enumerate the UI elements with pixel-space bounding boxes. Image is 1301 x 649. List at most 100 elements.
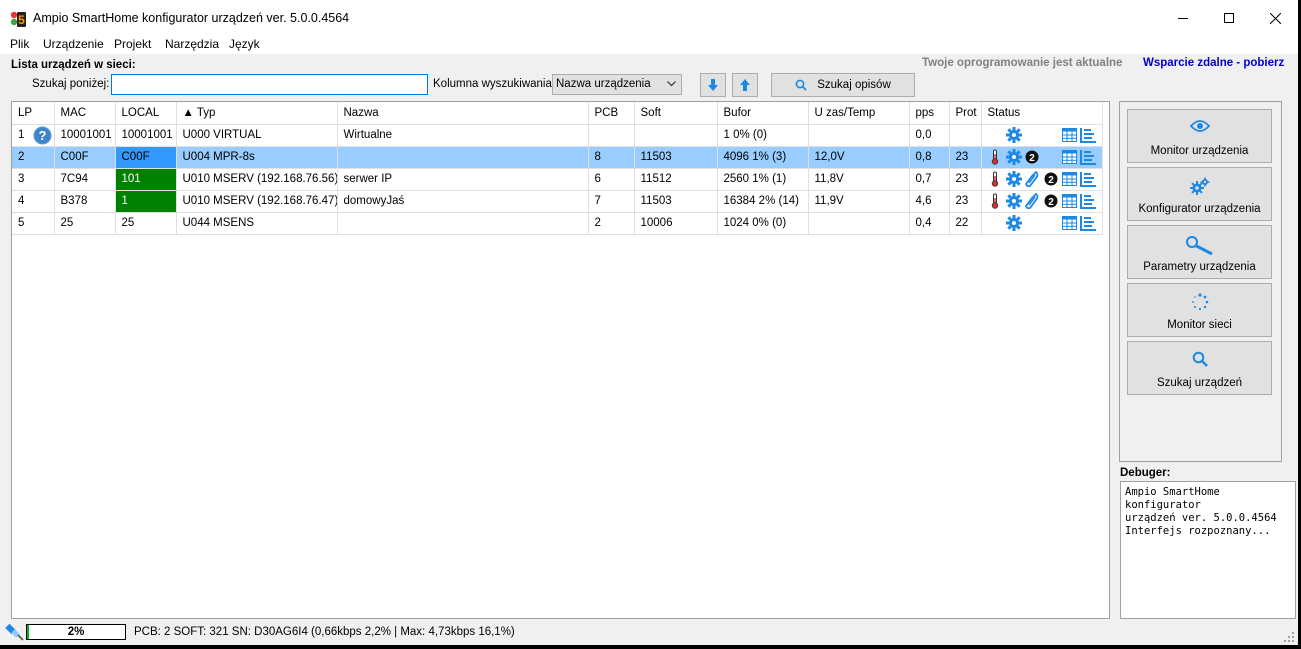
gear-status[interactable]: [1004, 192, 1023, 211]
table-status[interactable]: [1060, 126, 1079, 145]
number-2-icon[interactable]: 2: [1025, 150, 1039, 164]
device-configurator-button[interactable]: Konfigurator urządzenia: [1127, 167, 1272, 221]
list-icon[interactable]: [1080, 127, 1097, 143]
list-status[interactable]: [1079, 148, 1098, 167]
link-icon[interactable]: [1025, 171, 1039, 187]
cell-text: 23: [955, 151, 969, 163]
search-descriptions-button[interactable]: Szukaj opisów: [771, 73, 915, 97]
table-row[interactable]: 1? 10001001 10001001 U000 VIRTUAL Wirtualne 1…: [12, 124, 1103, 147]
network-monitor-button[interactable]: Monitor sieci: [1127, 283, 1272, 337]
close-button[interactable]: [1252, 0, 1298, 36]
list-status[interactable]: [1079, 126, 1098, 145]
gear-icon[interactable]: [1005, 149, 1022, 165]
table-row[interactable]: 5 25 25 U044 MSENS 2 10006 1024 0% (0) 0,4 22: [12, 212, 1103, 235]
thermometer-status[interactable]: [986, 170, 1005, 189]
menu-tools[interactable]: Narzędzia: [165, 37, 219, 51]
minimize-button[interactable]: [1160, 0, 1206, 36]
menu-project[interactable]: Projekt: [114, 37, 151, 51]
move-up-button[interactable]: [732, 73, 758, 97]
thermometer-status[interactable]: [986, 148, 1005, 167]
column-header-status[interactable]: Status: [981, 102, 1103, 125]
cell-status: 2: [981, 190, 1103, 213]
column-header-mac[interactable]: MAC: [54, 102, 116, 125]
gear-icon[interactable]: [1005, 127, 1022, 143]
cell-text: 0,4: [915, 217, 932, 229]
svg-text:?: ?: [39, 128, 47, 143]
list-icon[interactable]: [1080, 149, 1097, 165]
number-2-status[interactable]: 2: [1023, 148, 1042, 167]
column-header-local[interactable]: LOCAL: [115, 102, 177, 125]
column-header-buffer[interactable]: Bufor: [717, 102, 809, 125]
cell-text: 2560 1% (1): [723, 173, 787, 185]
column-header-voltage-temp[interactable]: U zas/Temp: [808, 102, 910, 125]
cell-text: 2: [18, 151, 25, 163]
list-status[interactable]: [1079, 192, 1098, 211]
find-devices-button[interactable]: Szukaj urządzeń: [1127, 341, 1272, 395]
menu-device[interactable]: Urządzenie: [43, 37, 104, 51]
search-column-select[interactable]: Nazwa urządzenia: [552, 74, 682, 95]
column-header-pps[interactable]: pps: [909, 102, 950, 125]
table-row[interactable]: 4 B378 1 U010 MSERV (192.168.76.47) domowyJa…: [12, 190, 1103, 213]
move-down-button[interactable]: [700, 73, 726, 97]
column-header-type[interactable]: ▲ Typ: [176, 102, 338, 125]
thermometer-status[interactable]: [986, 192, 1005, 211]
menu-file[interactable]: Plik: [10, 37, 29, 51]
gear-icon[interactable]: [1005, 215, 1022, 231]
cell-name: domowyJaś: [337, 190, 589, 213]
gear-status[interactable]: [1004, 126, 1023, 145]
thermometer-icon[interactable]: [991, 171, 999, 187]
table-row[interactable]: 3 7C94 101 U010 MSERV (192.168.76.56) serwer…: [12, 168, 1103, 191]
table-status[interactable]: [1060, 170, 1079, 189]
device-list-title: Lista urządzeń w sieci:: [11, 59, 136, 71]
column-header-name[interactable]: Nazwa: [337, 102, 589, 125]
cell-text: 2: [594, 217, 601, 229]
cell-text: U000 VIRTUAL: [182, 129, 262, 141]
number-2-icon[interactable]: 2: [1044, 172, 1058, 186]
number-2-status[interactable]: 2: [1042, 170, 1061, 189]
table-status[interactable]: [1060, 148, 1079, 167]
cell-text: serwer IP: [343, 173, 393, 185]
link-status[interactable]: [1023, 170, 1042, 189]
table-icon[interactable]: [1062, 194, 1078, 208]
link-status[interactable]: [1023, 192, 1042, 211]
title-bar[interactable]: 5 Ampio SmartHome konfigurator urządzeń …: [0, 0, 1298, 36]
device-parameters-button[interactable]: Parametry urządzenia: [1127, 225, 1272, 279]
list-icon[interactable]: [1080, 193, 1097, 209]
device-monitor-button[interactable]: Monitor urządzenia: [1127, 109, 1272, 163]
gear-icon[interactable]: [1005, 193, 1022, 209]
column-header-lp[interactable]: LP: [12, 102, 55, 125]
list-status[interactable]: [1079, 214, 1098, 233]
table-status[interactable]: [1060, 214, 1079, 233]
table-icon[interactable]: [1062, 128, 1078, 142]
maximize-button[interactable]: [1206, 0, 1252, 36]
thermometer-icon[interactable]: [991, 193, 999, 209]
list-icon[interactable]: [1080, 215, 1097, 231]
table-icon[interactable]: [1062, 150, 1078, 164]
help-icon[interactable]: ?: [33, 126, 52, 145]
number-2-status[interactable]: 2: [1042, 192, 1061, 211]
gear-status[interactable]: [1004, 148, 1023, 167]
resize-grip-icon[interactable]: [1283, 631, 1295, 643]
gear-status[interactable]: [1004, 170, 1023, 189]
device-table[interactable]: LP MAC LOCAL ▲ Typ Nazwa PCB Soft Bufor …: [11, 101, 1110, 619]
table-icon[interactable]: [1062, 172, 1078, 186]
table-icon[interactable]: [1062, 216, 1078, 230]
column-header-prot[interactable]: Prot: [949, 102, 982, 125]
table-row[interactable]: 2 C00F C00F U004 MPR-8s 8 11503 4096 1% (3) 12,…: [12, 146, 1103, 169]
status-empty-slot: [986, 214, 1005, 233]
number-2-icon[interactable]: 2: [1044, 194, 1058, 208]
thermometer-icon[interactable]: [991, 149, 999, 165]
link-icon[interactable]: [1025, 193, 1039, 209]
list-icon[interactable]: [1080, 171, 1097, 187]
search-input[interactable]: [111, 74, 428, 95]
remote-support-link[interactable]: Wsparcie zdalne - pobierz: [1143, 57, 1284, 69]
table-status[interactable]: [1060, 192, 1079, 211]
gear-status[interactable]: [1004, 214, 1023, 233]
debugger-output[interactable]: Ampio SmartHome konfigurator urządzeń ve…: [1120, 481, 1296, 619]
column-header-pcb[interactable]: PCB: [588, 102, 635, 125]
gear-icon[interactable]: [1005, 171, 1022, 187]
column-header-soft[interactable]: Soft: [634, 102, 718, 125]
menu-language[interactable]: Język: [229, 37, 260, 51]
cell-text: 1: [121, 195, 128, 207]
list-status[interactable]: [1079, 170, 1098, 189]
